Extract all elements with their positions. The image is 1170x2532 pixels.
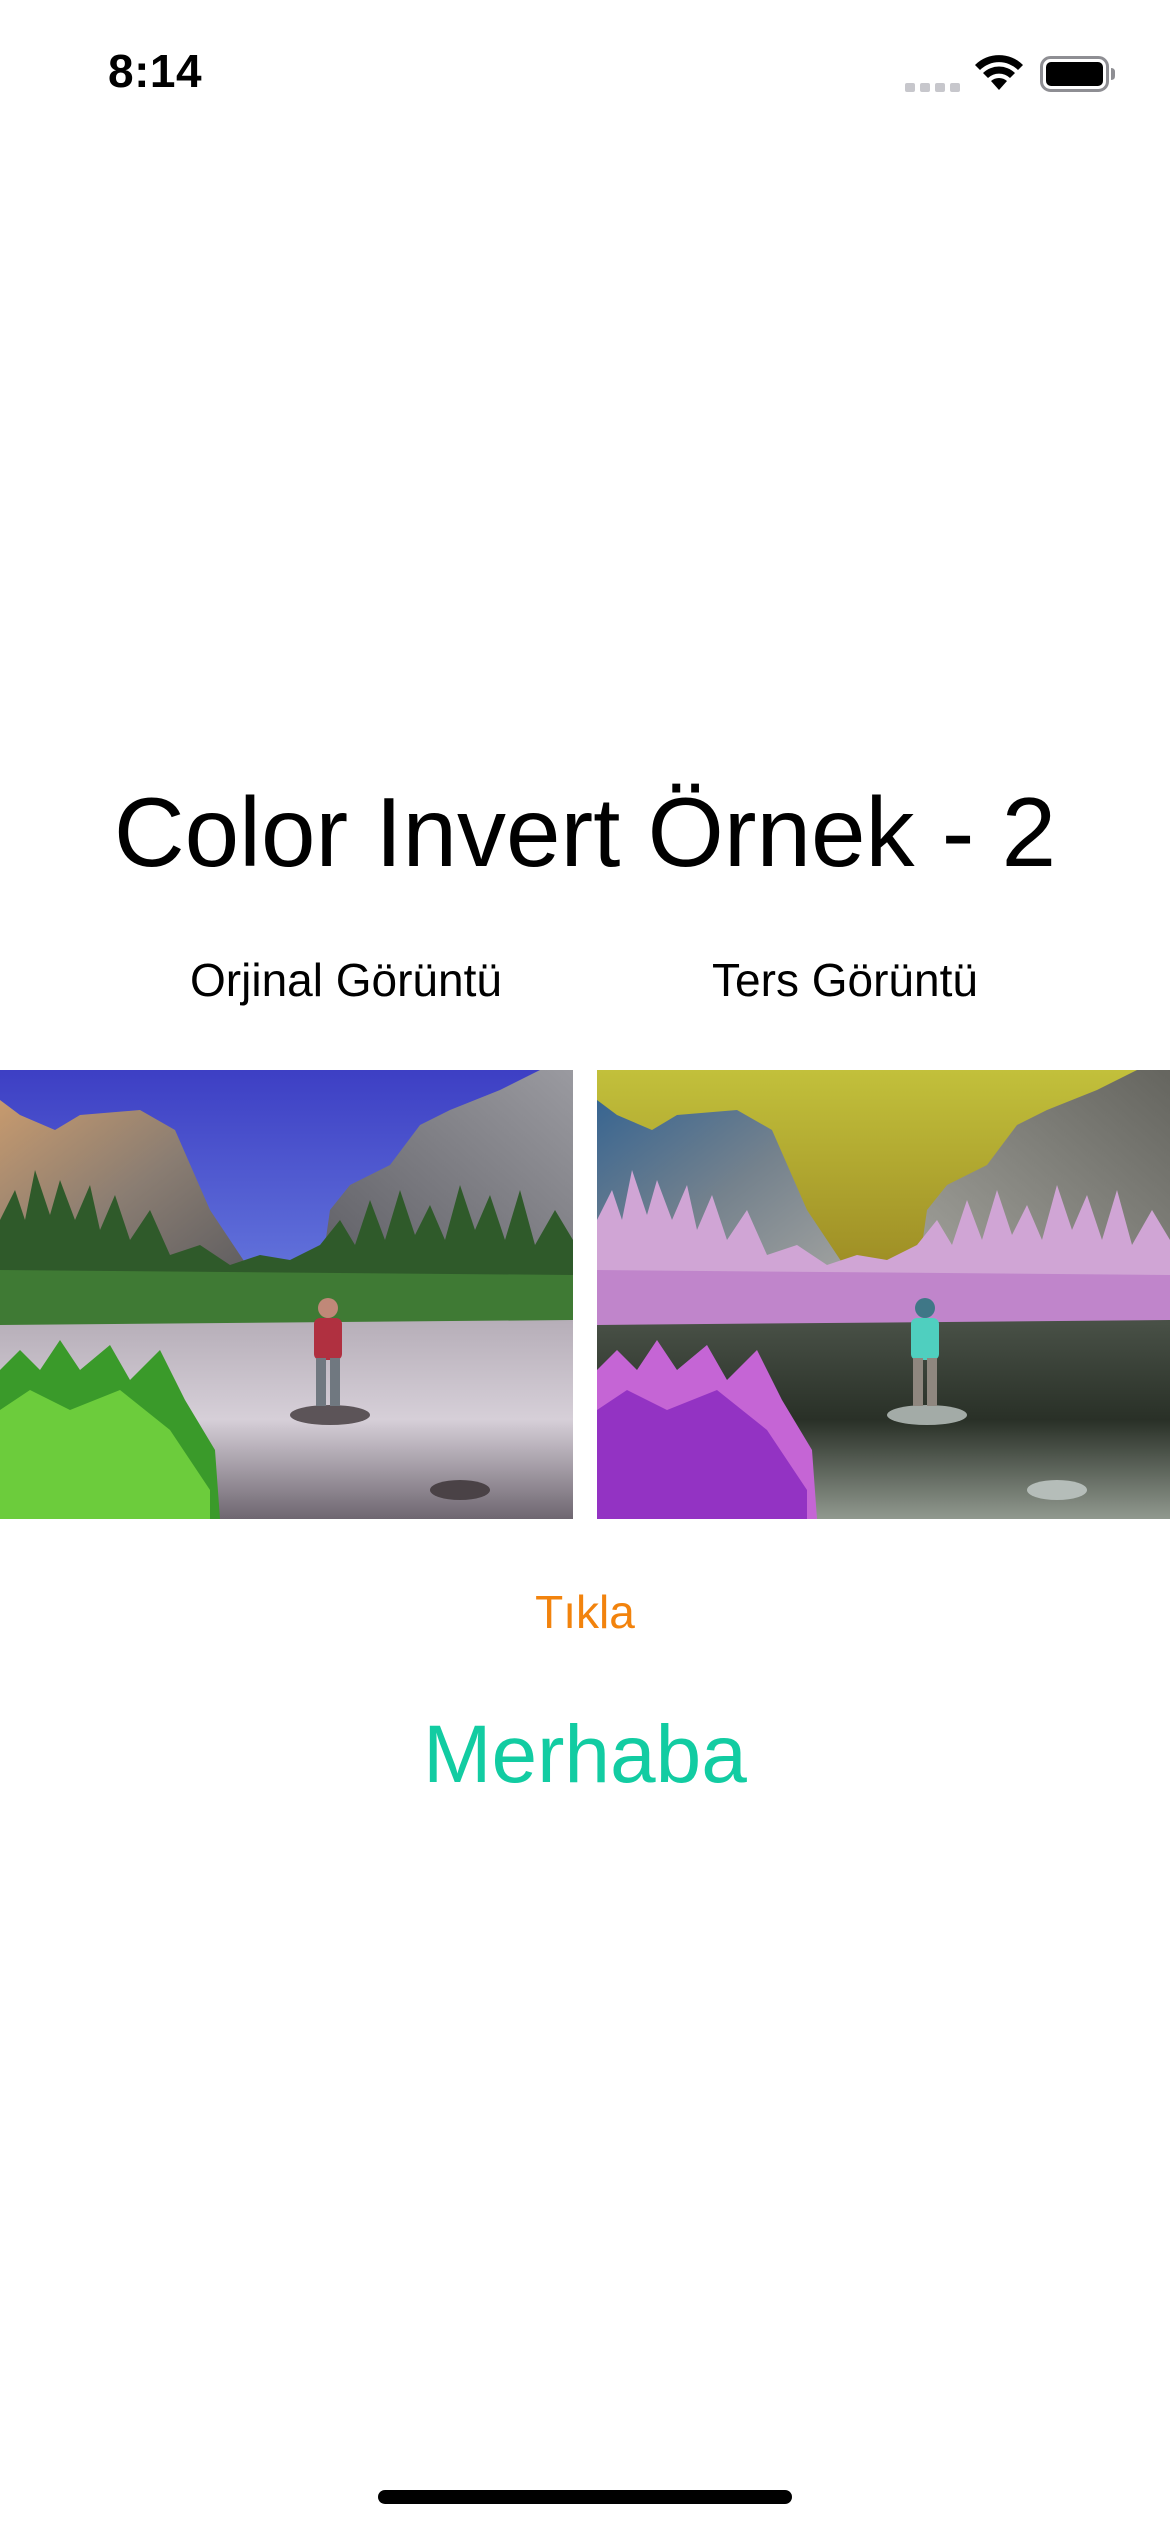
original-image-caption: Orjinal Görüntü [190,954,502,1006]
cellular-signal-icon [905,83,960,92]
inverted-landscape-photo [597,1070,1170,1519]
wifi-icon [975,55,1023,90]
home-indicator[interactable] [378,2490,792,2504]
greeting-label: Merhaba [423,1709,747,1800]
original-image [0,1070,573,1519]
status-bar: 8:14 [0,0,1170,140]
inverted-image [597,1070,1170,1519]
tap-button[interactable]: Tıkla [435,1576,735,1648]
page-title: Color Invert Örnek - 2 [113,777,1057,887]
inverted-image-caption: Ters Görüntü [712,954,978,1006]
landscape-photo [0,1070,573,1519]
status-time: 8:14 [108,45,203,97]
battery-icon [1040,56,1115,92]
